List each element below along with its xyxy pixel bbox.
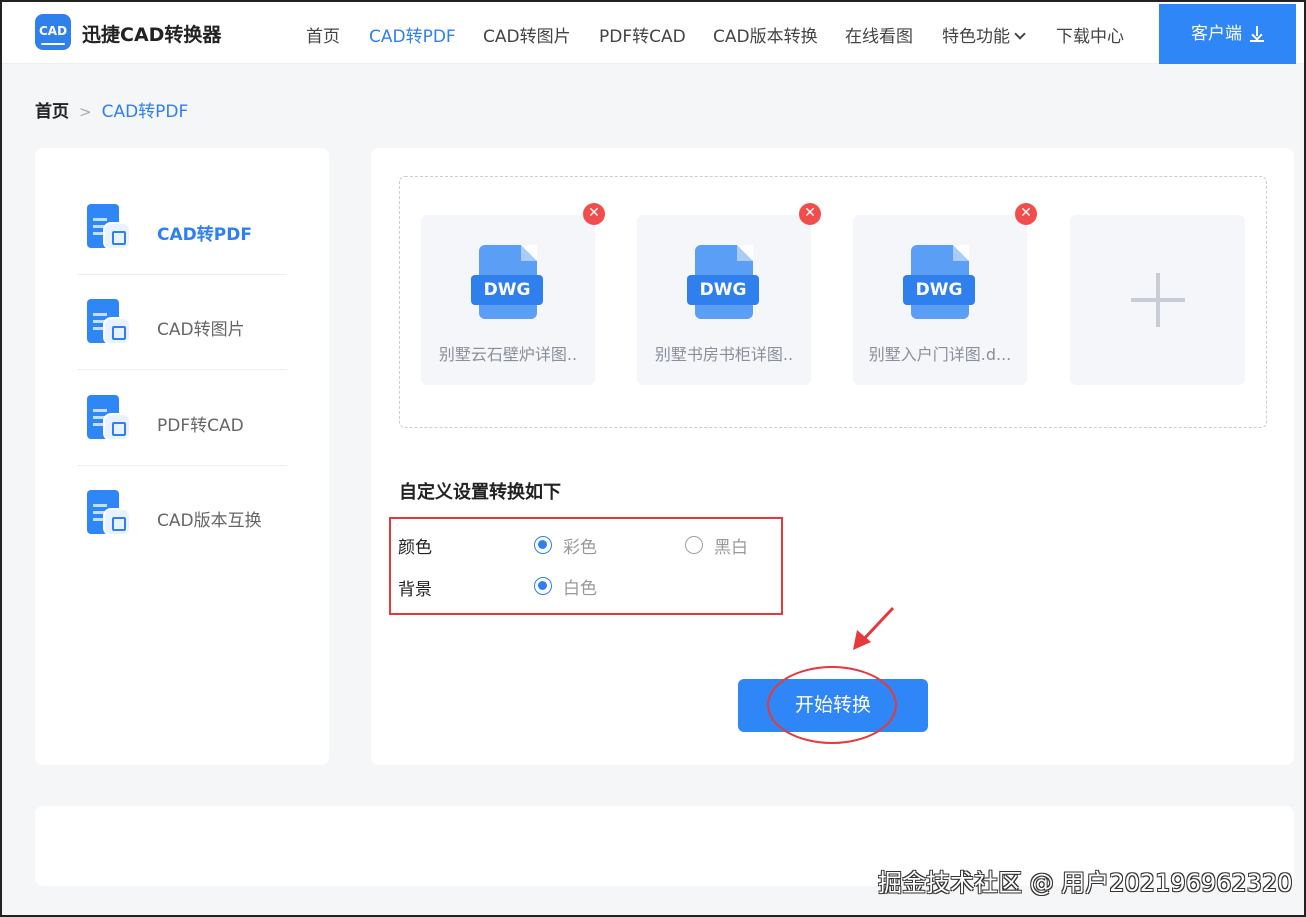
remove-file-button[interactable]: ✕ (1015, 203, 1037, 225)
nav-home[interactable]: 首页 (306, 22, 340, 47)
cad-version-icon (83, 490, 131, 538)
add-file-button[interactable] (1070, 215, 1245, 385)
color-option-label[interactable]: 彩色 (563, 533, 597, 558)
chevron-down-icon (1014, 28, 1026, 40)
pdf-to-cad-icon (83, 395, 131, 443)
settings-title: 自定义设置转换如下 (399, 482, 561, 503)
dwg-file-icon: DWG (471, 245, 543, 319)
color-setting-label: 颜色 (398, 538, 432, 558)
breadcrumb-current: CAD转PDF (101, 102, 189, 122)
dwg-file-icon: DWG (687, 245, 759, 319)
nav-features-label: 特色功能 (942, 27, 1010, 47)
nav-pdf-to-cad[interactable]: PDF转CAD (599, 22, 686, 47)
remove-file-button[interactable]: ✕ (799, 203, 821, 225)
color-option-label[interactable]: 黑白 (714, 533, 748, 558)
download-icon (1250, 26, 1264, 42)
sidebar-item-cad-to-pdf[interactable]: CAD转PDF (77, 180, 287, 275)
sidebar-item-cad-to-image[interactable]: CAD转图片 (77, 275, 287, 370)
top-header: CAD 迅捷CAD转换器 首页 CAD转PDF CAD转图片 PDF转CAD C… (2, 2, 1304, 64)
client-button-label: 客户端 (1191, 24, 1242, 44)
cad-to-pdf-icon (83, 204, 131, 252)
file-card[interactable]: DWG 别墅入户门详图.d... ✕ (853, 203, 1037, 385)
remove-file-button[interactable]: ✕ (583, 203, 605, 225)
settings-highlight-box (389, 517, 783, 615)
color-option-radio-color[interactable] (534, 536, 552, 554)
file-card[interactable]: DWG 别墅云石壁炉详图.. ✕ (421, 203, 605, 385)
nav-features[interactable]: 特色功能 (942, 22, 1026, 47)
app-logo-icon[interactable]: CAD (35, 14, 71, 50)
nav-download-center[interactable]: 下载中心 (1056, 22, 1124, 47)
cad-to-image-icon (83, 299, 131, 347)
app-title[interactable]: 迅捷CAD转换器 (82, 20, 221, 47)
sidebar-item-label: CAD转图片 (157, 320, 245, 340)
client-download-button[interactable]: 客户端 (1159, 4, 1296, 64)
nav-cad-to-pdf[interactable]: CAD转PDF (369, 22, 456, 47)
file-name: 别墅云石壁炉详图.. (438, 345, 578, 364)
sidebar-item-label: PDF转CAD (157, 416, 244, 436)
nav-online-viewer[interactable]: 在线看图 (845, 22, 913, 47)
breadcrumb-separator-icon: > (79, 103, 92, 121)
background-setting-label: 背景 (398, 580, 432, 600)
sidebar-item-label: CAD转PDF (157, 225, 252, 245)
color-option-radio-bw[interactable] (685, 536, 703, 554)
file-name: 别墅入户门详图.d... (868, 345, 1012, 364)
dwg-file-icon: DWG (903, 245, 975, 319)
file-type-badge: DWG (903, 275, 975, 305)
nav-cad-to-image[interactable]: CAD转图片 (483, 22, 571, 47)
breadcrumb-home[interactable]: 首页 (35, 102, 69, 122)
annotation-ellipse (767, 666, 897, 744)
file-type-badge: DWG (687, 275, 759, 305)
file-dropzone[interactable]: DWG 别墅云石壁炉详图.. ✕ DWG 别墅书房书柜详图.. ✕ DWG 别墅… (399, 176, 1267, 428)
file-type-badge: DWG (471, 275, 543, 305)
sidebar-item-label: CAD版本互换 (157, 511, 262, 531)
annotation-arrow-icon (853, 606, 895, 650)
converter-panel: DWG 别墅云石壁炉详图.. ✕ DWG 别墅书房书柜详图.. ✕ DWG 别墅… (371, 148, 1294, 765)
sidebar-item-pdf-to-cad[interactable]: PDF转CAD (77, 371, 287, 466)
watermark-text: 掘金技术社区 @ 用户202196962320 (878, 869, 1293, 897)
background-option-radio-white[interactable] (534, 577, 552, 595)
sidebar-item-cad-version[interactable]: CAD版本互换 (77, 466, 287, 561)
background-option-label[interactable]: 白色 (563, 574, 597, 599)
breadcrumb: 首页 > CAD转PDF (35, 97, 188, 122)
tool-sidebar: CAD转PDF CAD转图片 PDF转CAD CAD版本互换 (35, 148, 329, 765)
file-name: 别墅书房书柜详图.. (654, 345, 794, 364)
nav-cad-version-convert[interactable]: CAD版本转换 (713, 22, 818, 47)
file-card[interactable]: DWG 别墅书房书柜详图.. ✕ (637, 203, 821, 385)
